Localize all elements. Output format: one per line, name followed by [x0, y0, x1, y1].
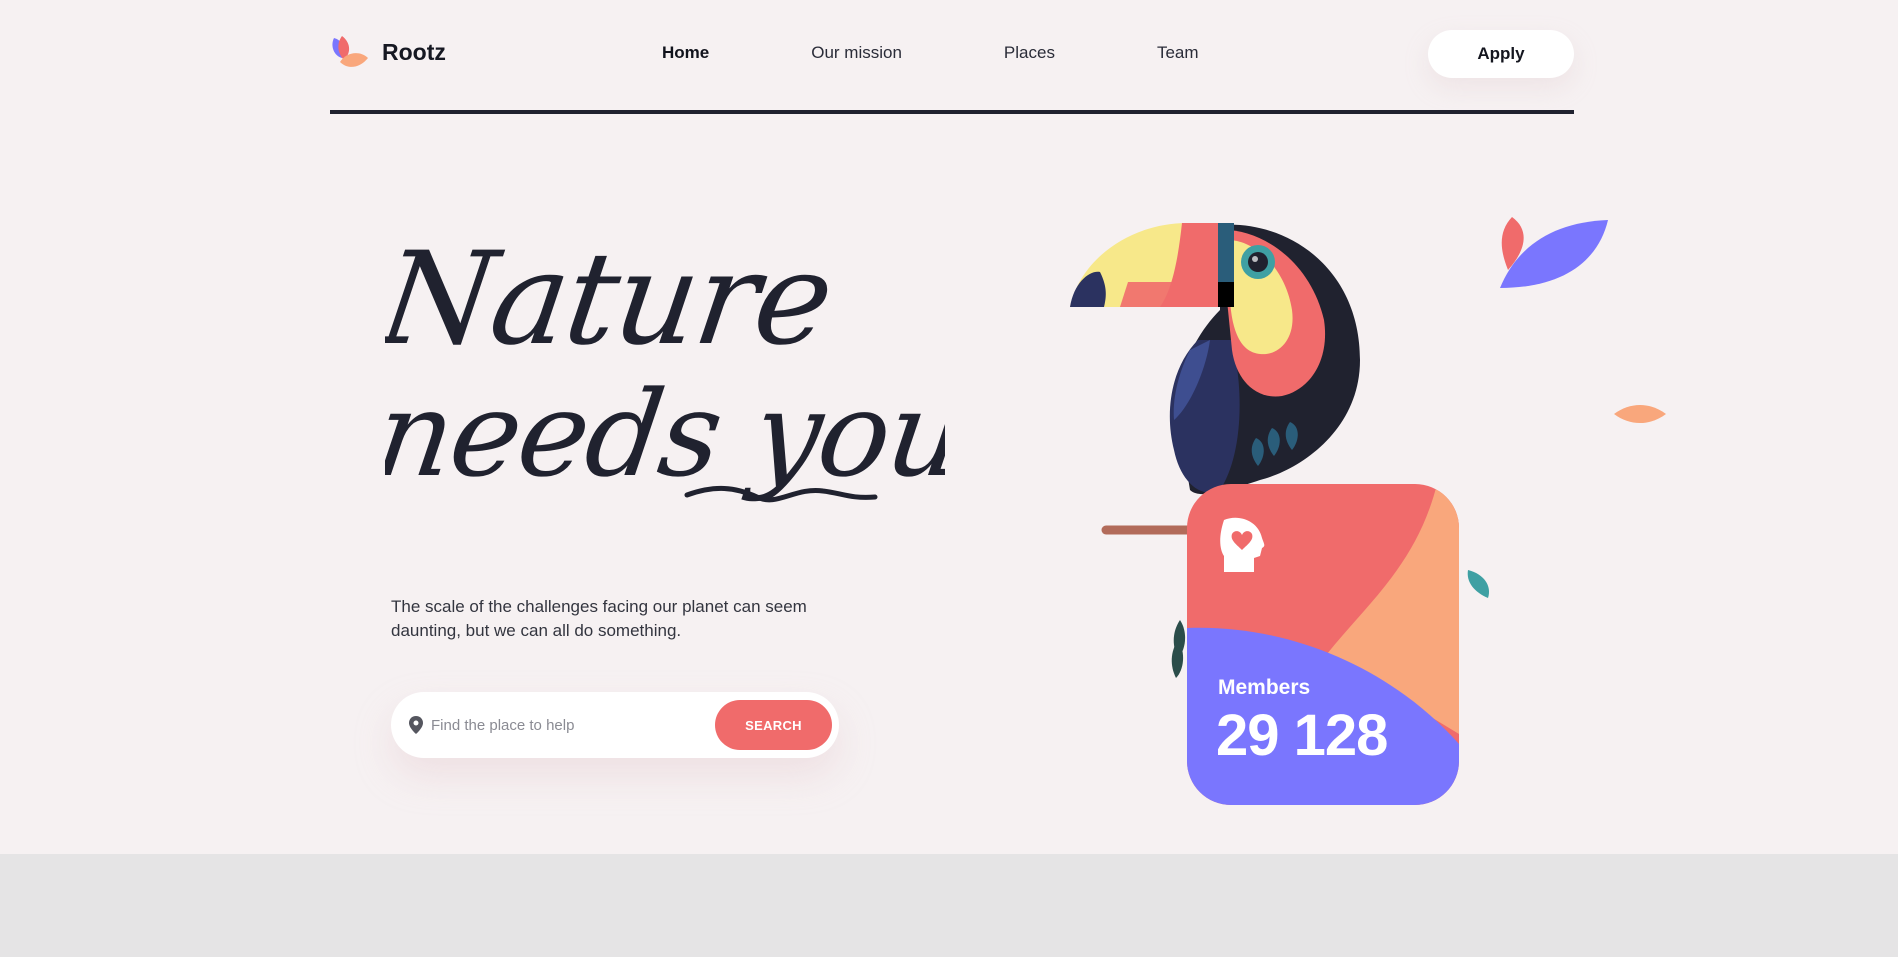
logo-petals-icon [330, 32, 370, 72]
search-bar: SEARCH [391, 692, 839, 758]
hero-section: Rootz Home Our mission Places Team Apply… [0, 0, 1898, 854]
hero-description: The scale of the challenges facing our p… [391, 597, 807, 640]
nav-item-our-mission[interactable]: Our mission [811, 43, 902, 63]
main-nav: Home Our mission Places Team [662, 43, 1199, 63]
search-button[interactable]: SEARCH [715, 700, 832, 750]
hero-title: Nature needs you [385, 226, 945, 503]
members-count: 29 128 [1216, 703, 1388, 768]
next-section-band [0, 854, 1898, 957]
head-heart-icon [1220, 517, 1265, 572]
location-pin-icon [409, 716, 423, 734]
members-label: Members [1218, 676, 1311, 699]
hero-title-line2: needs you [385, 366, 945, 503]
apply-button[interactable]: Apply [1428, 30, 1574, 78]
leaf-icon [1467, 570, 1490, 598]
brand-name: Rootz [382, 38, 446, 65]
brand-logo[interactable]: Rootz [330, 32, 446, 72]
nav-item-home[interactable]: Home [662, 43, 709, 63]
leaf-icon [1614, 405, 1666, 423]
hero-title-line1: Nature [385, 226, 840, 374]
search-input[interactable] [431, 710, 721, 740]
site-header: Rootz Home Our mission Places Team Apply [330, 26, 1574, 114]
nav-item-places[interactable]: Places [1004, 43, 1055, 63]
nav-item-team[interactable]: Team [1157, 43, 1199, 63]
